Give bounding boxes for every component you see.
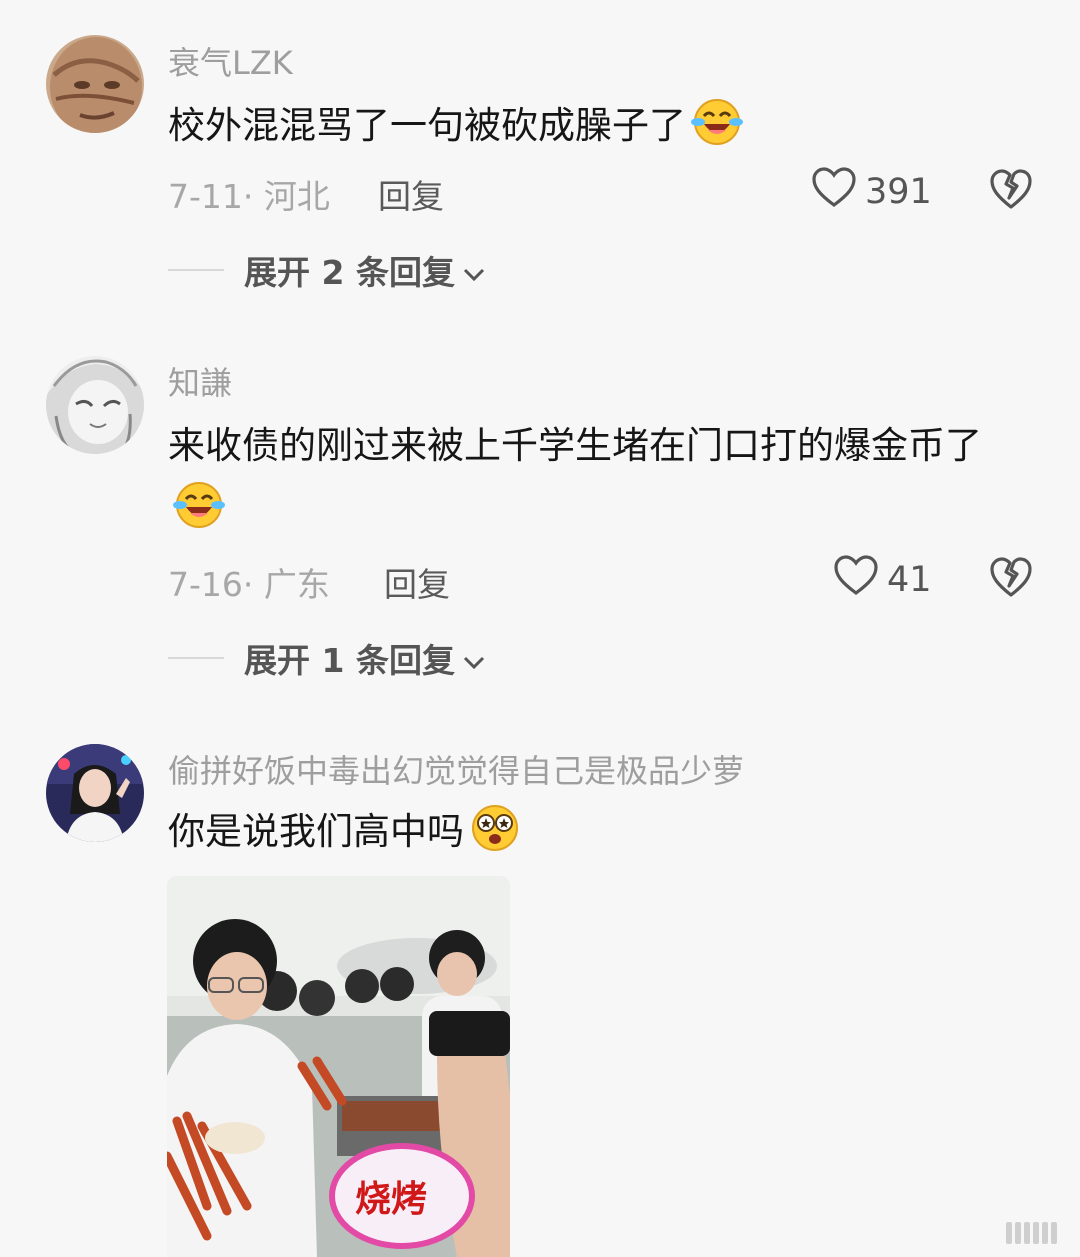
expand-replies-button[interactable]: 展开 1 条回复 [168,634,485,682]
comment-text-content: 校外混混骂了一句被砍成臊子了 [168,104,686,147]
heart-icon [811,166,857,217]
reply-button[interactable]: 回复 [378,170,444,218]
laughing-crying-emoji-icon [172,479,226,548]
username[interactable]: 偷拼好饭中毒出幻觉觉得自己是极品少萝 [168,746,744,792]
comment-text: 来收债的刚过来被上千学生堵在门口打的爆金币了 [168,414,1038,548]
expand-replies-button[interactable]: 展开 2 条回复 [168,246,485,294]
dislike-button[interactable] [989,556,1033,602]
username[interactable]: 知謙 [168,358,232,404]
avatar[interactable] [46,356,144,454]
comment-text-content: 你是说我们高中吗 [168,810,464,853]
attached-photo[interactable]: 烧烤 [167,876,510,1257]
watermark-icon [1006,1218,1066,1252]
photo-sign-text: 烧烤 [355,1179,427,1220]
chevron-down-icon [463,639,485,678]
divider-line [168,269,224,271]
avatar[interactable] [46,35,144,133]
username[interactable]: 衰气LZK [168,38,293,84]
date-location: 7-16· 广东 [168,565,330,604]
like-button[interactable]: 41 [833,554,932,605]
date-location: 7-11· 河北 [168,177,330,216]
starry-eyed-emoji-icon [468,802,522,871]
broken-heart-icon [989,169,1033,214]
reply-button[interactable]: 回复 [384,558,450,606]
expand-replies-label: 展开 1 条回复 [244,641,455,680]
dislike-button[interactable] [989,168,1033,214]
divider-line [168,657,224,659]
avatar[interactable] [46,744,144,842]
like-count: 41 [887,559,932,600]
like-button[interactable]: 391 [811,166,932,217]
comment-text: 校外混混骂了一句被砍成臊子了 [168,94,1038,165]
laughing-crying-emoji-icon [690,96,744,165]
chevron-down-icon [463,251,485,290]
expand-replies-label: 展开 2 条回复 [244,253,455,292]
heart-icon [833,554,879,605]
broken-heart-icon [989,557,1033,602]
comment-text: 你是说我们高中吗 [168,800,1038,871]
comment-text-content: 来收债的刚过来被上千学生堵在门口打的爆金币了 [168,424,982,467]
like-count: 391 [865,171,932,212]
